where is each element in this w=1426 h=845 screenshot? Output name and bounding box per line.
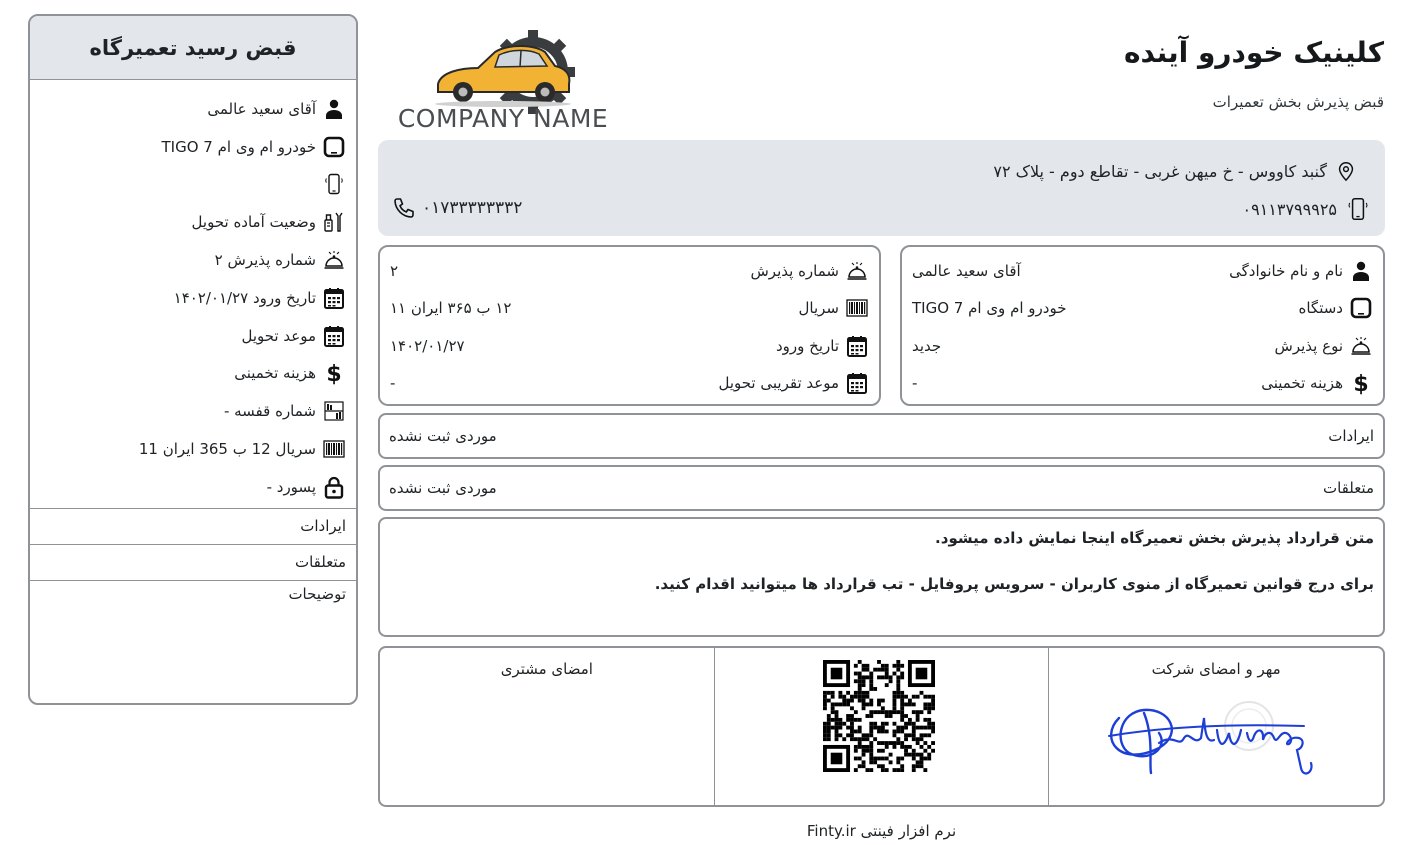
- handwritten-signature-icon: [1108, 701, 1313, 775]
- stub-row-mobile: [40, 166, 346, 204]
- calendar-icon: [845, 371, 869, 395]
- qr-code-icon: [822, 660, 935, 772]
- company-signature-label: مهر و امضای شرکت: [1151, 660, 1281, 678]
- receipt-stub: قبض رسید تعمیرگاه آقای سعید عالمی خودرو …: [28, 14, 358, 705]
- info-row-estimated-cost: هزینه تخمینی -: [912, 371, 1373, 395]
- stub-row-estimated-cost: هزینه تخمینی: [40, 355, 346, 393]
- stub-row-customer: آقای سعید عالمی: [40, 90, 346, 128]
- info-row-delivery-date: موعد تقریبی تحویل -: [390, 371, 869, 395]
- lock-icon: [322, 475, 346, 499]
- contract-box: متن قرارداد پذیرش بخش تعمیرگاه اینجا نما…: [378, 517, 1385, 637]
- phone-number: ۰۱۷۳۳۳۳۳۳۳۲: [392, 196, 522, 220]
- stub-row-entry-date: تاریخ ورود ۱۴۰۲/۰۱/۲۷: [40, 279, 346, 317]
- customer-info-box: نام و نام خانوادگی آقای سعید عالمی دستگا…: [900, 245, 1385, 406]
- location-pin-icon: [1335, 160, 1357, 182]
- stub-row-serial: سریال 12 ب 365 ایران 11: [40, 430, 346, 468]
- footer-credit: نرم افزار فینتی Finty.ir: [806, 822, 957, 840]
- calendar-icon: [845, 334, 869, 358]
- clinic-title: کلینیک خودرو آینده: [1123, 36, 1384, 69]
- barcode-icon: [845, 296, 869, 320]
- user-icon: [1349, 259, 1373, 283]
- contract-line-2: برای درج قوانین تعمیرگاه از منوی کاربران…: [654, 575, 1374, 593]
- stub-row-password: پسورد -: [40, 468, 346, 506]
- stub-row-vehicle: خودرو ام وی ام TIGO 7: [40, 128, 346, 166]
- mobile-phone-icon: [1345, 196, 1371, 222]
- tablet-icon: [1349, 296, 1373, 320]
- user-icon: [322, 97, 346, 121]
- customer-signature-label: امضای مشتری: [500, 660, 593, 678]
- service-bell-icon: [1349, 334, 1373, 358]
- stub-defects: ایرادات: [30, 507, 356, 544]
- contact-band: گنبد کاووس - خ میهن غربی - تقاطع دوم - پ…: [378, 140, 1385, 236]
- shelf-icon: [322, 399, 346, 423]
- info-row-reception-type: نوع پذیرش جدید: [912, 334, 1373, 358]
- dollar-icon: [1349, 371, 1373, 395]
- stub-accessories: متعلقات: [30, 543, 356, 580]
- stub-row-reception-number: شماره پذیرش ۲: [40, 241, 346, 279]
- info-row-name: نام و نام خانوادگی آقای سعید عالمی: [912, 259, 1373, 283]
- calendar-icon: [322, 286, 346, 310]
- info-row-entry-date: تاریخ ورود ۱۴۰۲/۰۱/۲۷: [390, 334, 869, 358]
- company-name-logo: COMPANY NAME: [397, 104, 609, 133]
- company-signature-cell: مهر و امضای شرکت: [1048, 648, 1383, 805]
- service-bell-icon: [322, 248, 346, 272]
- signature-area: امضای مشتری مهر و امضای شرکت: [378, 646, 1385, 807]
- defects-value: موردی ثبت نشده: [389, 427, 497, 445]
- tablet-icon: [322, 135, 346, 159]
- defects-label: ایرادات: [1328, 427, 1374, 445]
- info-row-device: دستگاه خودرو ام وی ام TIGO 7: [912, 296, 1373, 320]
- accessories-label: متعلقات: [1322, 479, 1374, 497]
- stub-details: آقای سعید عالمی خودرو ام وی ام TIGO 7 وض…: [30, 80, 356, 506]
- contract-line-1: متن قرارداد پذیرش بخش تعمیرگاه اینجا نما…: [935, 529, 1374, 547]
- stub-title: قبض رسید تعمیرگاه: [30, 16, 356, 80]
- service-bell-icon: [845, 259, 869, 283]
- accessories-value: موردی ثبت نشده: [389, 479, 497, 497]
- stub-row-shelf: شماره قفسه -: [40, 392, 346, 430]
- stub-notes: توضیحات: [30, 579, 356, 603]
- barcode-icon: [322, 437, 346, 461]
- defects-box: ایرادات موردی ثبت نشده: [378, 413, 1385, 459]
- reception-info-box: شماره پذیرش ۲ سریال ۱۲ ب ۳۶۵ ایران ۱۱ تا…: [378, 245, 881, 406]
- phone-icon: [392, 196, 416, 220]
- tools-icon: [322, 210, 346, 234]
- info-row-reception-number: شماره پذیرش ۲: [390, 259, 869, 283]
- stub-row-status: وضعیت آماده تحویل: [40, 203, 346, 241]
- stub-row-delivery-date: موعد تحویل: [40, 317, 346, 355]
- address: گنبد کاووس - خ میهن غربی - تقاطع دوم - پ…: [993, 160, 1357, 182]
- mobile-number: ۰۹۱۱۳۷۹۹۹۲۵: [1242, 196, 1371, 222]
- mobile-phone-icon: [322, 172, 346, 196]
- calendar-icon: [322, 324, 346, 348]
- qr-code-cell: [713, 648, 1049, 805]
- accessories-box: متعلقات موردی ثبت نشده: [378, 465, 1385, 511]
- info-row-serial: سریال ۱۲ ب ۳۶۵ ایران ۱۱: [390, 296, 869, 320]
- dollar-icon: [322, 361, 346, 385]
- customer-signature-cell: امضای مشتری: [380, 648, 714, 805]
- clinic-subtitle: قبض پذیرش بخش تعمیرات: [1212, 93, 1384, 111]
